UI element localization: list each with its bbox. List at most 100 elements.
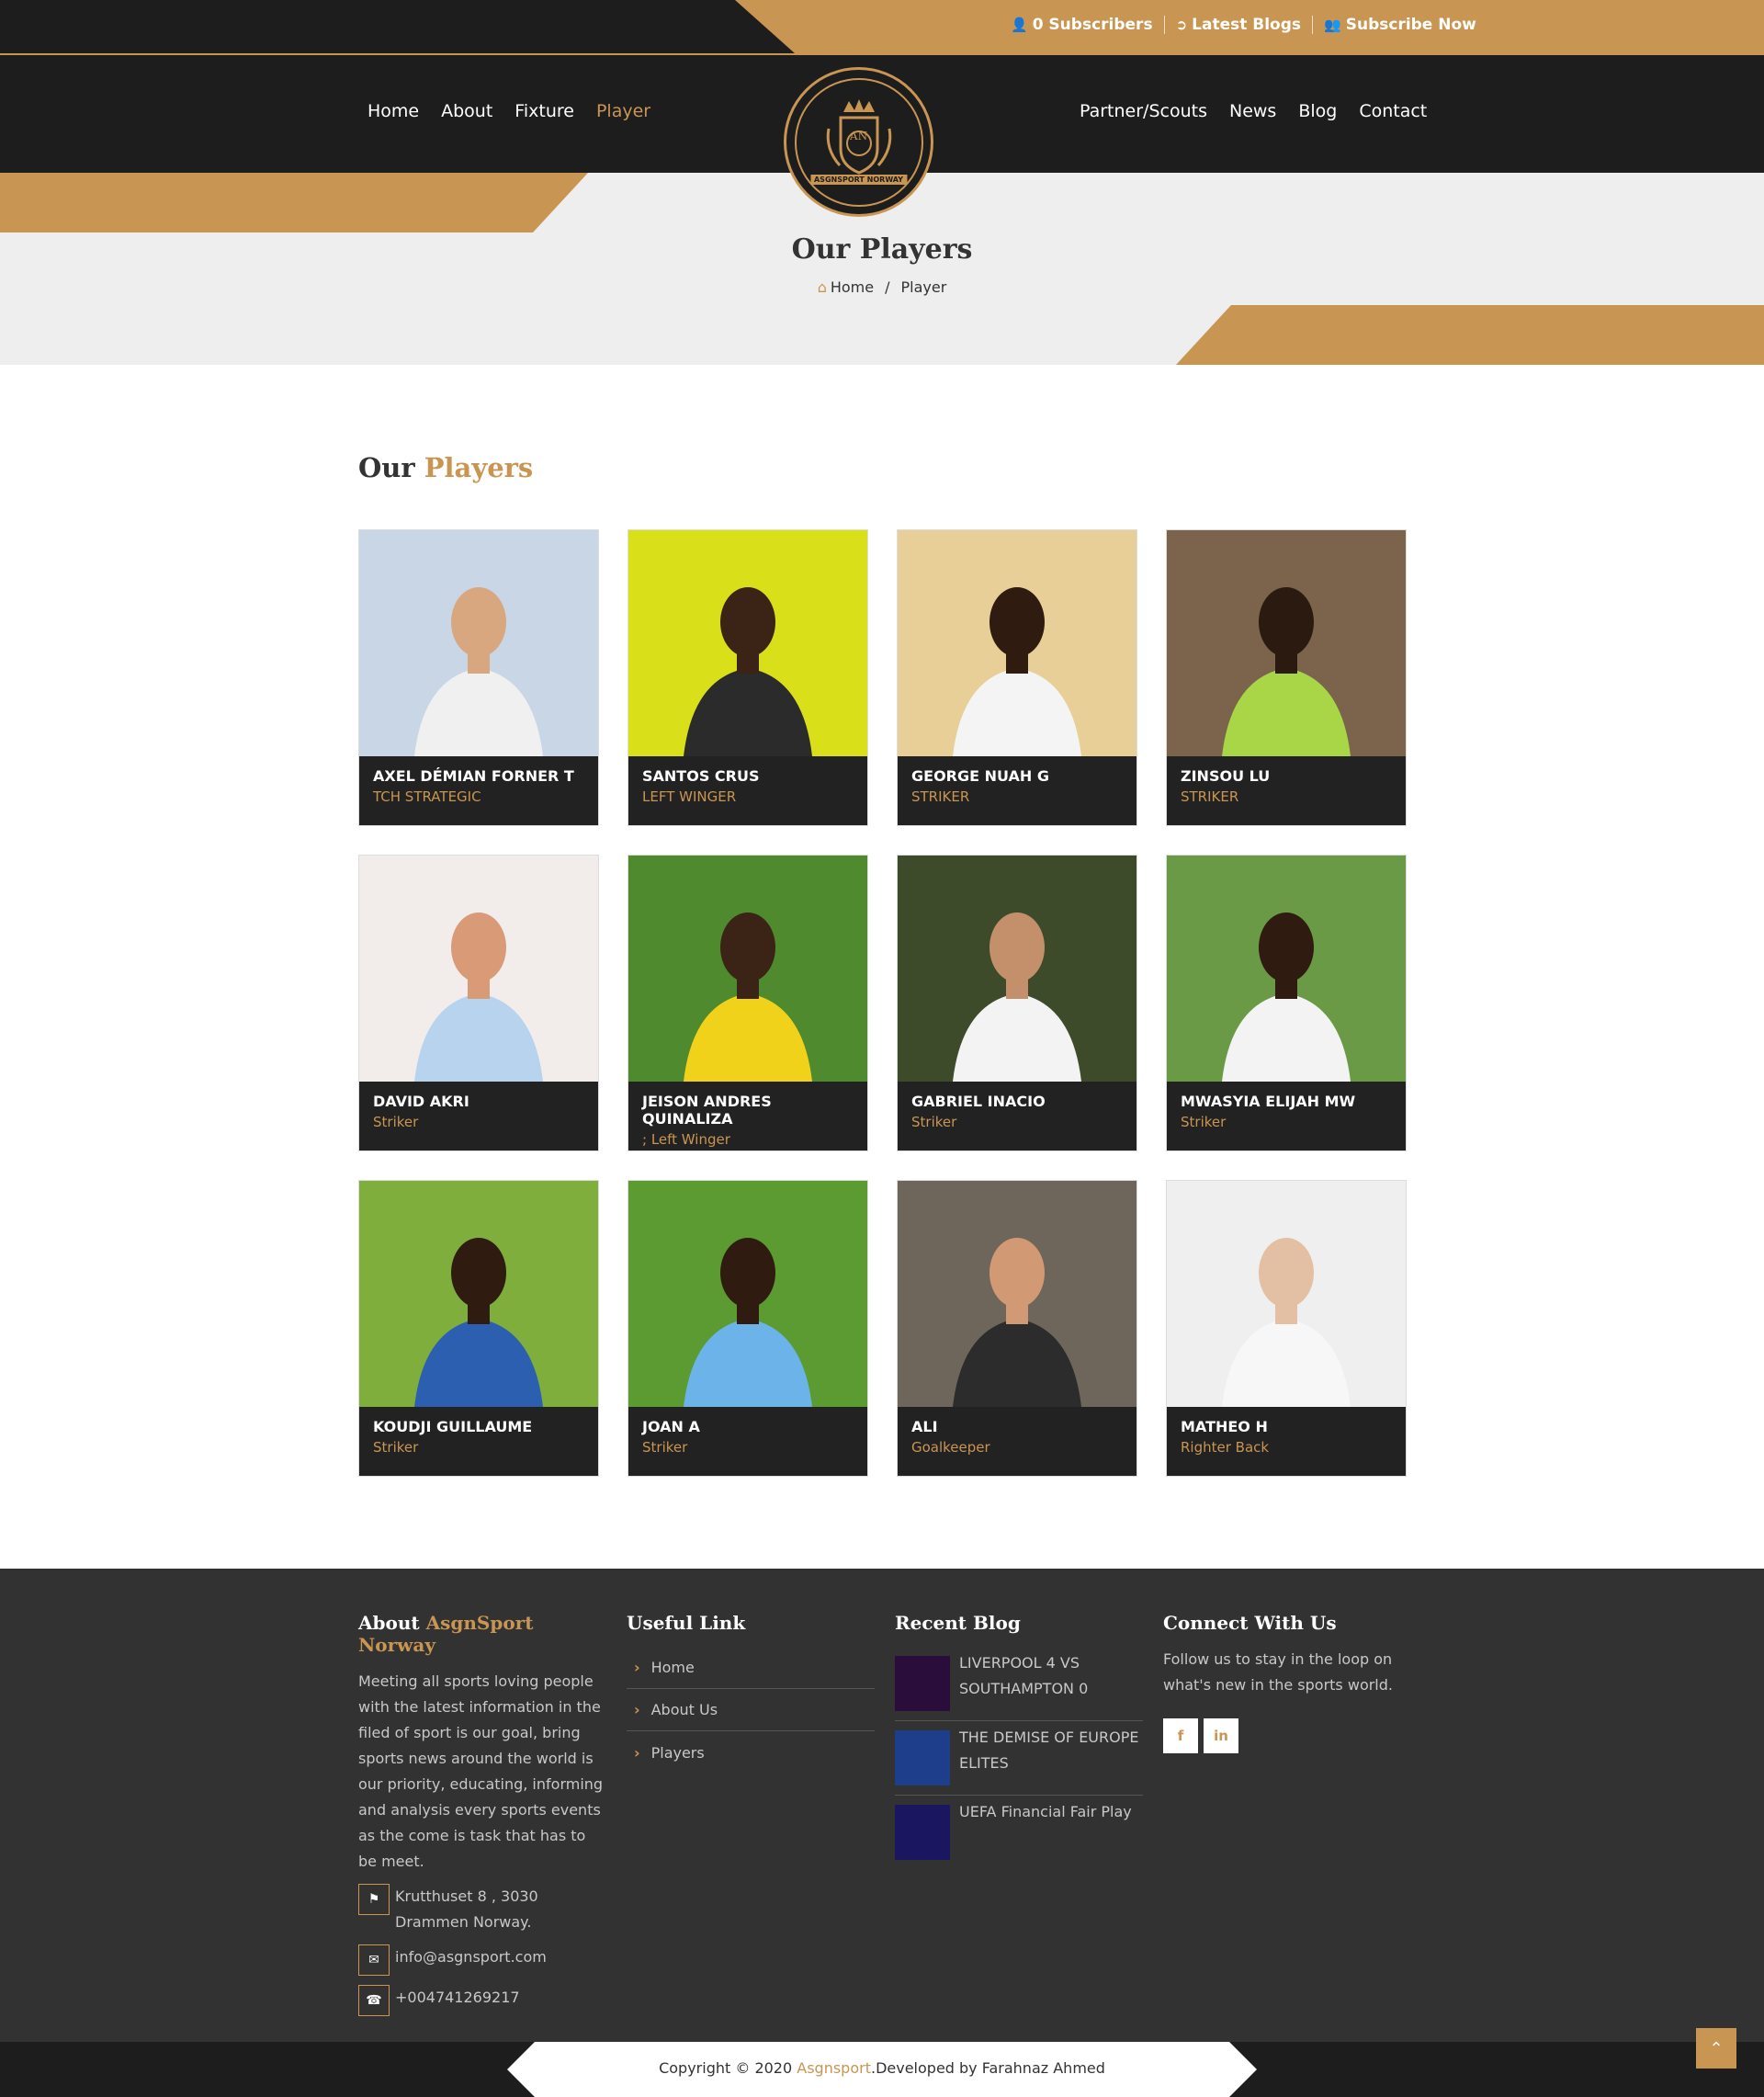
map-marker-icon: ⚑: [358, 1884, 390, 1915]
player-info: AXEL DÉMIAN FORNER T TCH STRATEGIC: [359, 756, 598, 816]
facebook-icon[interactable]: f: [1163, 1718, 1198, 1753]
player-info: DAVID AKRI Striker: [359, 1082, 598, 1141]
footer-email: ✉ info@asgnsport.com: [358, 1944, 606, 1976]
footer-link-label: Home: [650, 1659, 695, 1676]
banner-accent-right: [1176, 305, 1764, 365]
chevron-right-icon: ›: [634, 1743, 640, 1762]
footer-email-text[interactable]: info@asgnsport.com: [395, 1944, 547, 1970]
player-photo: [1167, 856, 1406, 1082]
subscribe-now-label: Subscribe Now: [1345, 16, 1476, 34]
player-card[interactable]: GABRIEL INACIO Striker: [897, 855, 1137, 1151]
footer-blog-title: Recent Blog: [895, 1612, 1021, 1634]
player-role: Goalkeeper: [911, 1439, 990, 1456]
page-title: Our Players: [791, 233, 973, 266]
player-role: STRIKER: [911, 788, 970, 805]
copyright: Copyright © 2020 Asgnsport.Developed by …: [0, 2059, 1764, 2077]
section-title-b: Players: [424, 452, 534, 483]
nav-blog[interactable]: Blog: [1298, 101, 1337, 121]
back-to-top-button[interactable]: ⌃: [1696, 2028, 1736, 2069]
breadcrumb: ⌂ Home / Player: [0, 278, 1764, 296]
player-name: JEISON ANDRES QUINALIZA: [642, 1093, 772, 1128]
player-photo: [898, 530, 1136, 756]
copyright-brand[interactable]: Asgnsport: [797, 2059, 871, 2077]
footer-phone-text[interactable]: +004741269217: [395, 1985, 520, 2011]
chevron-right-icon: ›: [634, 1659, 640, 1676]
player-name: AXEL DÉMIAN FORNER T: [373, 767, 574, 785]
player-info: GABRIEL INACIO Striker: [898, 1082, 1136, 1141]
player-info: MWASYIA ELIJAH MW Striker: [1167, 1082, 1406, 1141]
player-role: ; Left Winger: [642, 1131, 730, 1148]
footer-link-home[interactable]: › Home: [627, 1647, 875, 1689]
linkedin-icon[interactable]: in: [1204, 1718, 1238, 1753]
section-title: Our Players: [358, 452, 533, 483]
footer-about-title-a: About: [358, 1612, 420, 1634]
player-card[interactable]: DAVID AKRI Striker: [358, 855, 599, 1151]
nav-about[interactable]: About: [441, 101, 492, 121]
latest-blogs-label: Latest Blogs: [1192, 16, 1302, 34]
player-card[interactable]: MATHEO H Righter Back: [1166, 1180, 1407, 1477]
player-card[interactable]: ZINSOU LU STRIKER: [1166, 529, 1407, 826]
footer-link-label: About Us: [650, 1701, 718, 1718]
nav-contact[interactable]: Contact: [1359, 101, 1427, 121]
player-info: JEISON ANDRES QUINALIZA ; Left Winger: [628, 1082, 867, 1159]
player-name: GABRIEL INACIO: [911, 1093, 1046, 1110]
banner-accent-left: [0, 173, 588, 232]
player-card[interactable]: JOAN A Striker: [628, 1180, 868, 1477]
blog-thumbnail: [895, 1730, 950, 1785]
top-bar-links: 👤 0 Subscribers ➲ Latest Blogs 👥 Subscri…: [1000, 16, 1487, 34]
phone-icon: ☎: [358, 1985, 390, 2016]
user-icon: 👤: [1011, 17, 1028, 33]
player-photo: [628, 856, 867, 1082]
player-card[interactable]: JEISON ANDRES QUINALIZA ; Left Winger: [628, 855, 868, 1151]
player-photo: [359, 1181, 598, 1407]
player-photo: [628, 1181, 867, 1407]
footer-about-text: Meeting all sports loving people with th…: [358, 1672, 604, 1870]
latest-blogs-link[interactable]: ➲ Latest Blogs: [1165, 16, 1314, 34]
player-card[interactable]: KOUDJI GUILLAUME Striker: [358, 1180, 599, 1477]
nav-fixture[interactable]: Fixture: [514, 101, 574, 121]
player-info: SANTOS CRUS LEFT WINGER: [628, 756, 867, 816]
footer-connect-text: Follow us to stay in the loop on what's …: [1163, 1650, 1393, 1694]
player-photo: [1167, 1181, 1406, 1407]
player-role: Striker: [642, 1439, 688, 1456]
blog-item-title: THE DEMISE OF EUROPE ELITES: [959, 1729, 1139, 1772]
nav-left-group: Home About Fixture Player: [368, 101, 673, 121]
player-role: LEFT WINGER: [642, 788, 737, 805]
nav-player[interactable]: Player: [596, 101, 650, 121]
envelope-icon: ✉: [358, 1944, 390, 1976]
player-card[interactable]: SANTOS CRUS LEFT WINGER: [628, 529, 868, 826]
footer-link-about[interactable]: › About Us: [627, 1689, 875, 1731]
nav-partner-scouts[interactable]: Partner/Scouts: [1080, 101, 1207, 121]
player-photo: [898, 856, 1136, 1082]
footer-link-players[interactable]: › Players: [627, 1731, 875, 1774]
player-card[interactable]: GEORGE NUAH G STRIKER: [897, 529, 1137, 826]
user-plus-icon: 👥: [1324, 17, 1341, 33]
breadcrumb-home[interactable]: Home: [831, 278, 874, 296]
player-role: Striker: [373, 1114, 419, 1130]
home-icon: ⌂: [817, 278, 827, 296]
nav-news[interactable]: News: [1229, 101, 1276, 121]
player-name: GEORGE NUAH G: [911, 767, 1049, 785]
player-info: ALI Goalkeeper: [898, 1407, 1136, 1467]
footer-connect: Connect With Us Follow us to stay in the…: [1163, 1612, 1411, 1753]
copyright-prefix: Copyright © 2020: [659, 2059, 793, 2077]
breadcrumb-current: Player: [900, 278, 947, 296]
subscribe-now-link[interactable]: 👥 Subscribe Now: [1313, 16, 1487, 34]
footer-about-title: About AsgnSport Norway: [358, 1612, 606, 1656]
player-card[interactable]: ALI Goalkeeper: [897, 1180, 1137, 1477]
player-name: ALI: [911, 1418, 938, 1435]
blog-item[interactable]: UEFA Financial Fair Play: [895, 1796, 1143, 1869]
footer-phone: ☎ +004741269217: [358, 1985, 606, 2016]
site-logo[interactable]: AN ASGNSPORT NORWAY: [784, 67, 933, 217]
player-card[interactable]: MWASYIA ELIJAH MW Striker: [1166, 855, 1407, 1151]
nav-home[interactable]: Home: [368, 101, 419, 121]
subscribers-link[interactable]: 👤 0 Subscribers: [1000, 16, 1165, 34]
footer-useful-title: Useful Link: [627, 1612, 746, 1634]
player-role: Striker: [373, 1439, 419, 1456]
player-info: GEORGE NUAH G STRIKER: [898, 756, 1136, 816]
section-title-a: Our: [358, 452, 415, 483]
player-role: Striker: [1181, 1114, 1227, 1130]
blog-item[interactable]: THE DEMISE OF EUROPE ELITES: [895, 1721, 1143, 1796]
player-card[interactable]: AXEL DÉMIAN FORNER T TCH STRATEGIC: [358, 529, 599, 826]
blog-item[interactable]: LIVERPOOL 4 VS SOUTHAMPTON 0: [895, 1647, 1143, 1721]
